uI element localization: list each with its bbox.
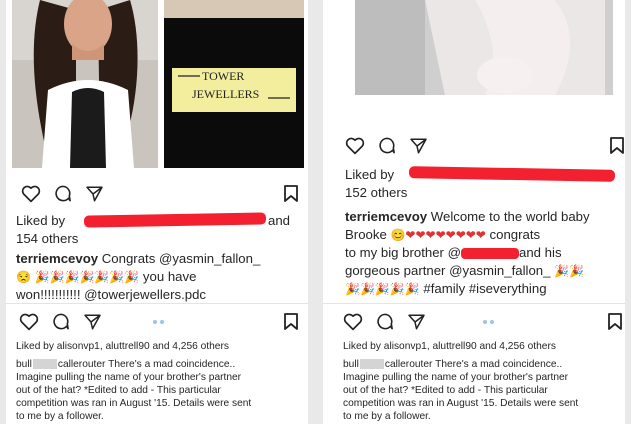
redacted-usernames [83,212,267,228]
comment-icon[interactable] [375,312,395,331]
comment-line5: to me by a follower. [343,411,431,422]
caption-text-3a: to my big brother @ [345,245,462,260]
red-hearts-icons: ❤❤❤❤❤❤❤❤ [405,228,486,242]
caption-line4: gorgeous partner @yasmin_fallon_ 🎉🎉 [345,262,584,279]
share-icon[interactable] [407,313,426,331]
comment-line5: to me by a follower. [16,411,104,422]
caption-line2: Brooke 😊❤❤❤❤❤❤❤❤ congrats [345,226,540,243]
redacted-usernames [408,166,616,182]
comment-line1: bull callerouter There's a mad coincidenc… [343,359,562,372]
comment-line2: Imagine pulling the name of your brother… [16,372,242,383]
comment-icon[interactable] [53,184,73,203]
caption-line3: to my big brother @ and his [345,244,562,261]
heart-icon[interactable] [21,185,41,203]
caption-text: Welcome to the world baby [430,209,590,224]
bookmark-icon[interactable] [608,313,622,330]
divider [323,303,625,304]
caption-username[interactable]: terriemcevoy [16,251,98,266]
comment-icon[interactable] [51,312,71,331]
share-icon[interactable] [85,185,104,203]
right-post-actions [345,136,428,155]
party-popper-icons: 🎉🎉🎉🎉🎉 [345,282,420,296]
liked-by-label: Liked by [16,213,66,228]
caption-line1: terriemcevoy Welcome to the world baby [345,208,590,225]
carousel-dots [483,320,494,324]
comment-line3: out of the hat? *Edited to add - This pa… [343,385,548,396]
baby-photo [355,0,613,95]
logo-text: TOWER JEWELLERS [178,69,290,101]
commenter-name-a[interactable]: bull [16,359,32,370]
carousel-dots [153,320,164,324]
redacted-name [359,359,384,370]
comment-line4: competition was ran in August '15. Detai… [16,398,252,409]
caption-text-3b: and his [519,245,562,260]
right-bottom-actions [343,312,426,331]
comment-liked-by: Liked by alisonvp1, aluttrell90 and 4,25… [16,341,229,352]
liked-by-suffix: and [268,213,291,228]
hashtags[interactable]: #family #iseverything [423,281,546,296]
caption-text-2a: Brooke [345,227,387,242]
svg-text:TOWER: TOWER [202,69,244,83]
caption-line2: 😒 🎉🎉🎉🎉🎉🎉🎉 you have [16,268,196,285]
tower-jewellers-logo: TOWER JEWELLERS [172,68,296,112]
caption-line3: won!!!!!!!!!!! @towerjewellers.pdc [16,287,207,302]
likes-count[interactable]: 152 others [345,184,407,201]
svg-text:JEWELLERS: JEWELLERS [192,87,259,101]
bookmark-icon[interactable] [284,185,298,202]
bookmark-icon[interactable] [284,313,298,330]
comment-line1: bull callerouter There's a mad coincidenc… [16,359,235,372]
tower-jewellers-ad: TOWER JEWELLERS [164,18,304,168]
smile-emoji-icon: 😊 [390,228,406,242]
left-bottom-actions [19,312,102,331]
comment-icon[interactable] [377,136,397,155]
bookmark-icon[interactable] [610,137,624,154]
commenter-name-b[interactable]: callerouter [385,359,433,370]
heart-icon[interactable] [343,313,363,331]
party-popper-icons: 🎉🎉🎉🎉🎉🎉🎉 [34,270,140,284]
caption-text-2b: congrats [489,227,541,242]
caption-text: Congrats @yasmin_fallon_ [101,251,261,266]
unamused-emoji-icon: 😒 [16,270,31,284]
share-icon[interactable] [409,137,428,155]
heart-icon[interactable] [345,137,365,155]
divider [6,303,308,304]
redacted-name [32,359,57,370]
share-icon[interactable] [83,313,102,331]
likes-count[interactable]: 154 others [16,230,78,247]
right-post-panel: Liked by 152 others terriemcevoy Welcome… [323,0,625,424]
caption-line1: terriemcevoy Congrats @yasmin_fallon_ [16,250,260,267]
comment-line2: Imagine pulling the name of your brother… [343,372,569,383]
caption-username[interactable]: terriemcevoy [345,209,427,224]
left-post-actions [21,184,104,203]
left-post-panel: TOWER JEWELLERS Liked by and 154 others … [6,0,308,424]
comment-text-1: There's a mad coincidence.. [435,359,563,370]
comment-line3: out of the hat? *Edited to add - This pa… [16,385,221,396]
heart-icon[interactable] [19,313,39,331]
comment-liked-by: Liked by alisonvp1, aluttrell90 and 4,25… [343,341,556,352]
commenter-name-a[interactable]: bull [343,359,359,370]
caption-text-2: you have [142,269,197,284]
comment-text-1: There's a mad coincidence.. [108,359,236,370]
ad-top-image [164,0,304,18]
caption-line5: 🎉🎉🎉🎉🎉 #family #iseverything [345,280,547,297]
caption-text-4: gorgeous partner @yasmin_fallon_ [345,263,551,278]
comment-line4: competition was ran in August '15. Detai… [343,398,579,409]
profile-photo [12,0,158,168]
commenter-name-b[interactable]: callerouter [58,359,106,370]
party-popper-icons: 🎉🎉 [554,264,585,278]
liked-by-label: Liked by [345,167,395,182]
redacted-brother-name [461,248,520,260]
